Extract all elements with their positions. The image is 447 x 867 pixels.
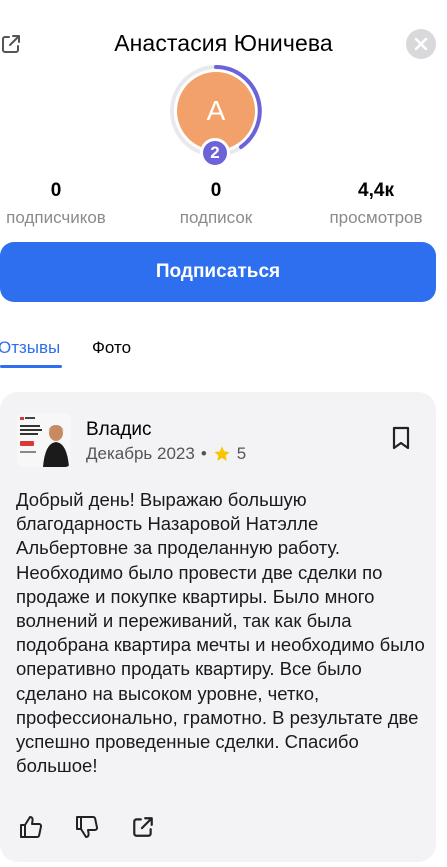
review-date: Декабрь 2023 — [86, 444, 195, 463]
bookmark-icon[interactable] — [390, 426, 412, 450]
subscribe-button[interactable]: Подписаться — [0, 242, 436, 302]
share-icon — [133, 817, 153, 837]
review-meta: Декабрь 2023 • 5 — [86, 444, 246, 464]
author-avatar[interactable] — [17, 413, 71, 467]
stat-value: 0 — [210, 180, 222, 201]
level-badge: 2 — [200, 138, 230, 168]
stat-label: просмотров — [329, 208, 423, 227]
review-actions — [18, 814, 156, 840]
tab-photo[interactable]: Фото — [92, 338, 131, 358]
tab-reviews[interactable]: Отзывы — [0, 338, 60, 358]
share-button[interactable] — [130, 814, 156, 840]
like-button[interactable] — [18, 814, 44, 840]
review-rating: 5 — [236, 444, 247, 463]
review-author[interactable]: Владис — [86, 419, 152, 441]
profile-name: Анастасия Юничева — [114, 30, 333, 56]
stat-following[interactable]: 0 подписок — [151, 180, 281, 228]
dislike-icon — [76, 816, 99, 838]
review-text: Добрый день! Выражаю большую благодарнос… — [16, 489, 425, 777]
stat-value: 4,4к — [358, 180, 394, 201]
stat-label: подписок — [179, 208, 253, 227]
active-tab-indicator — [0, 365, 62, 368]
star-icon — [214, 446, 230, 461]
stat-value: 0 — [50, 180, 62, 201]
stat-followers[interactable]: 0 подписчиков — [0, 180, 121, 228]
review-card: Владис Декабрь 2023 • 5 Добрый день! Выр… — [0, 392, 436, 862]
stat-views[interactable]: 4,4к просмотров — [311, 180, 441, 228]
close-button[interactable] — [406, 29, 436, 59]
dislike-button[interactable] — [74, 814, 100, 840]
close-icon — [414, 37, 428, 51]
stat-label: подписчиков — [6, 208, 106, 227]
author-avatar-image — [17, 413, 71, 467]
like-icon — [20, 816, 43, 838]
meta-separator: • — [200, 444, 207, 463]
